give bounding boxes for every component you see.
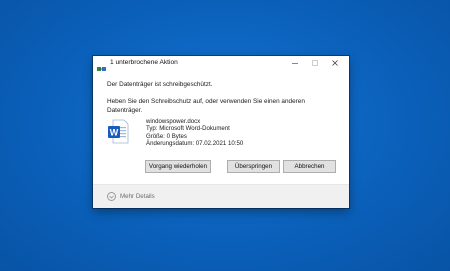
chevron-down-icon bbox=[107, 192, 116, 201]
svg-text:W: W bbox=[110, 127, 119, 137]
file-modified-date: Änderungsdatum: 07.02.2021 10:50 bbox=[146, 140, 244, 148]
maximize-icon bbox=[312, 60, 318, 66]
retry-button[interactable]: Vorgang wiederholen bbox=[145, 160, 211, 173]
cancel-button[interactable]: Abbrechen bbox=[283, 160, 336, 173]
file-transfer-icon bbox=[97, 60, 107, 71]
word-document-icon: W bbox=[108, 119, 129, 144]
title-bar[interactable]: 1 unterbrochene Aktion bbox=[93, 56, 349, 71]
close-button[interactable] bbox=[327, 56, 343, 70]
more-details-label: Mehr Details bbox=[120, 193, 155, 200]
dialog-footer: Mehr Details bbox=[93, 185, 349, 208]
more-details-toggle[interactable]: Mehr Details bbox=[107, 192, 155, 201]
error-instruction: Heben Sie den Schreibschutz auf, oder ve… bbox=[107, 98, 305, 114]
minimize-icon bbox=[292, 63, 298, 64]
file-size: Größe: 0 Bytes bbox=[146, 132, 187, 140]
file-type: Typ: Microsoft Word-Dokument bbox=[146, 125, 230, 133]
file-details: windowspower.docx Typ: Microsoft Word-Do… bbox=[146, 118, 243, 148]
close-icon bbox=[332, 60, 338, 66]
error-headline: Der Datenträger ist schreibgeschützt. bbox=[107, 81, 213, 88]
file-operation-dialog: 1 unterbrochene Aktion Der Datenträger i… bbox=[93, 56, 349, 208]
window-title: 1 unterbrochene Aktion bbox=[110, 59, 178, 66]
maximize-button[interactable] bbox=[307, 56, 323, 70]
file-name: windowspower.docx bbox=[146, 118, 201, 125]
skip-button[interactable]: Überspringen bbox=[227, 160, 280, 173]
minimize-button[interactable] bbox=[287, 56, 303, 70]
